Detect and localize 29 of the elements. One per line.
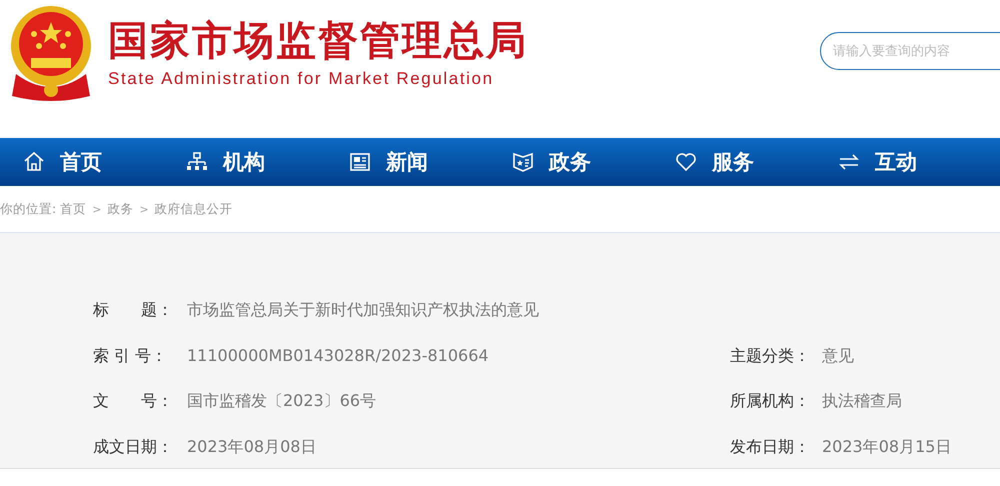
site-title: 国家市场监督管理总局	[108, 17, 528, 65]
nav-link[interactable]: 政务	[511, 148, 674, 176]
breadcrumb-prefix: 你的位置:	[0, 200, 56, 218]
field-label: 所属机构：	[730, 390, 811, 412]
field-value: 2023年08月15日	[822, 436, 952, 458]
field-label: 主题分类：	[730, 344, 811, 366]
field-label: 标 题：	[93, 299, 174, 321]
field-label: 成文日期：	[93, 436, 174, 458]
nav-link[interactable]: 机构	[185, 148, 348, 176]
nav-link[interactable]: 服务	[674, 148, 837, 176]
nav-link[interactable]: 互动	[837, 148, 1000, 176]
site-subtitle: State Administration for Market Regulation	[108, 69, 495, 89]
field-value: 执法稽查局	[822, 390, 902, 412]
service-icon	[674, 150, 698, 174]
home-icon	[22, 150, 46, 174]
field-value: 国市监稽发〔2023〕66号	[187, 390, 376, 412]
search-field[interactable]: 请输入要查询的内容	[820, 32, 1000, 70]
field-label: 索 引 号：	[93, 344, 168, 366]
field-value: 2023年08月08日	[187, 436, 316, 458]
nav-link[interactable]: 首页	[22, 148, 185, 176]
news-icon	[348, 150, 372, 174]
field-label: 文 号：	[93, 390, 174, 412]
breadcrumb-separator: >	[139, 202, 149, 216]
nav-link[interactable]: 新闻	[348, 148, 511, 176]
breadcrumb-separator: >	[92, 202, 102, 216]
field-value: 11100000MB0143028R/2023-810664	[187, 344, 489, 366]
field-value: 市场监管总局关于新时代加强知识产权执法的意见	[187, 299, 539, 321]
field-value: 意见	[822, 344, 854, 366]
field-label: 发布日期：	[730, 436, 811, 458]
